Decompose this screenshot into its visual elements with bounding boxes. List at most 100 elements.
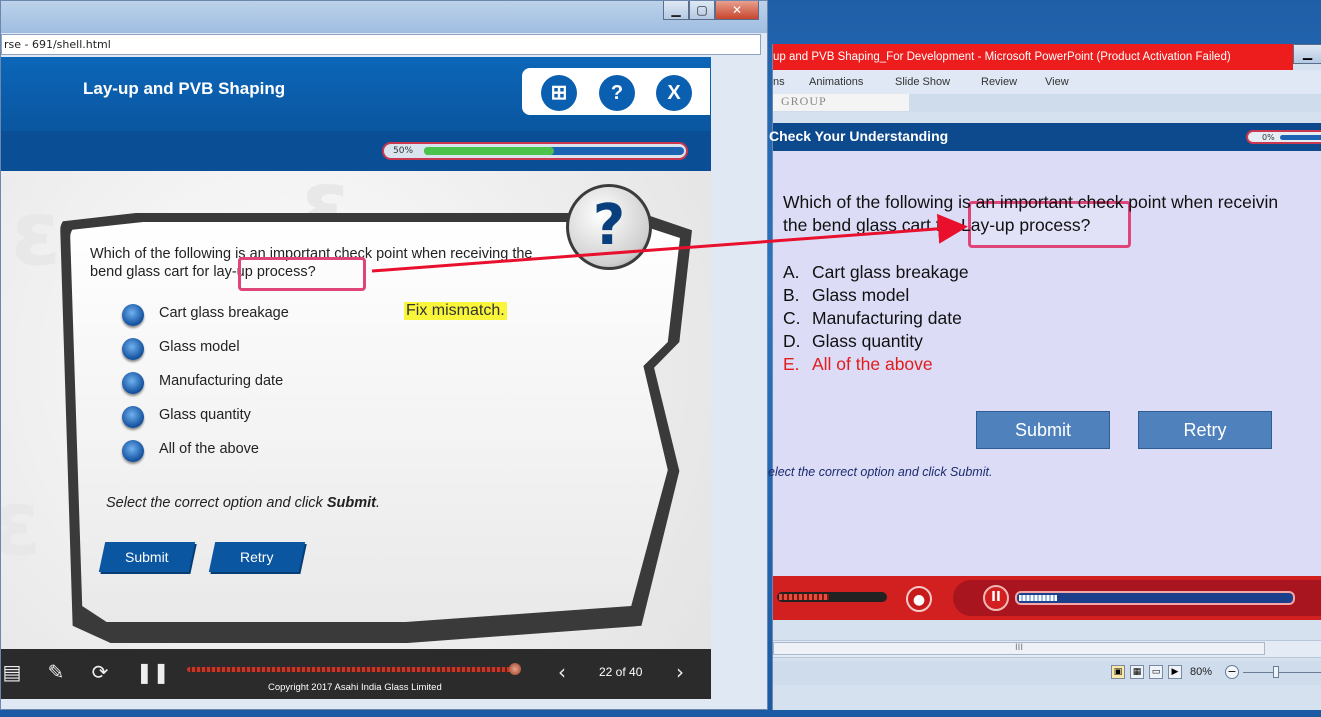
ppt-minimize-button[interactable]: ▁ (1293, 44, 1321, 64)
sitemap-icon[interactable]: ⊞ (541, 75, 577, 111)
option-label: Glass quantity (159, 407, 251, 423)
slide-option-correct: E. All of the above (783, 354, 933, 375)
annotation-note: Fix mismatch. (404, 302, 507, 320)
course-progress-bar: 50% (382, 142, 688, 160)
slide-question-line: Which of the following is an important c… (783, 192, 1279, 212)
option-text: Glass model (812, 285, 910, 305)
slide-retry-button[interactable]: Retry (1138, 411, 1272, 449)
retry-label: Retry (240, 549, 274, 565)
previous-icon[interactable]: ‹ (551, 661, 573, 683)
slide-option: D. Glass quantity (783, 331, 923, 352)
ribbon-tab[interactable]: View (1045, 76, 1069, 88)
annotation-highlight-box (238, 257, 366, 291)
radio-button[interactable] (122, 338, 144, 360)
ppt-status-bar: ▣ ▦ ▭ ▶ 80% − (773, 661, 1321, 685)
close-button[interactable]: ✕ (715, 1, 759, 20)
slide-progress-percent: 0% (1262, 133, 1275, 142)
course-title: Lay-up and PVB Shaping (83, 79, 286, 98)
maximize-button[interactable]: ▢ (689, 1, 715, 20)
ribbon-tab[interactable]: Animations (809, 76, 863, 88)
option-letter: D. (783, 331, 801, 351)
option-label: Glass model (159, 339, 240, 355)
reading-view-icon[interactable]: ▭ (1149, 665, 1163, 679)
zoom-level: 80% (1190, 666, 1213, 678)
option-label: Cart glass breakage (159, 305, 289, 321)
chat-bubble-icon[interactable]: ● (906, 586, 932, 612)
radio-button[interactable] (122, 406, 144, 428)
exit-button[interactable]: X (656, 75, 692, 111)
pause-icon[interactable]: ❚❚ (136, 661, 170, 683)
horizontal-scrollbar[interactable]: III (773, 640, 1321, 658)
zoom-slider-handle[interactable] (1273, 666, 1279, 678)
instruction-suffix: . (375, 495, 381, 511)
option-letter: E. (783, 354, 800, 374)
instruction-text: Select the correct option and click Subm… (106, 495, 380, 511)
option-text: Cart glass breakage (812, 262, 969, 282)
next-icon[interactable]: › (669, 661, 691, 683)
pencil-icon[interactable]: ✎ (45, 661, 67, 683)
slide-option: A. Cart glass breakage (783, 262, 969, 283)
slide-submit-button[interactable]: Submit (976, 411, 1110, 449)
powerpoint-window: up and PVB Shaping_For Development - Mic… (768, 44, 1321, 710)
progress-fill (424, 147, 554, 155)
ribbon-tab[interactable]: ns (773, 76, 785, 88)
ppt-titlebar[interactable]: up and PVB Shaping_For Development - Mic… (773, 44, 1293, 70)
slide-player-bar: ● II (773, 576, 1321, 620)
option-label: All of the above (159, 441, 259, 457)
seek-handle[interactable] (509, 663, 521, 675)
instruction-prefix: Select the correct option and click (106, 495, 327, 511)
slide-title: Check Your Understanding (769, 128, 949, 144)
decorative-glyph: ε (11, 181, 62, 286)
minimize-button[interactable]: ▁ (663, 1, 689, 20)
slide-seek-container: II (953, 580, 1321, 616)
slide-seek-fill (1019, 595, 1057, 601)
option-letter: B. (783, 285, 800, 305)
pause-icon[interactable]: II (983, 585, 1009, 611)
scrollbar-thumb[interactable]: III (773, 642, 1265, 655)
option-text: Glass quantity (812, 331, 923, 351)
zoom-out-button[interactable]: − (1225, 665, 1239, 679)
player-control-bar: ▤ ✎ ⟳ ❚❚ ‹ 22 of 40 › Copyright 2017 Asa… (1, 649, 711, 699)
retry-button[interactable]: Retry (208, 542, 306, 572)
volume-fill (779, 594, 829, 600)
ribbon-tab[interactable]: Slide Show (895, 76, 950, 88)
volume-bar[interactable] (777, 592, 887, 602)
seek-bar[interactable] (187, 667, 517, 672)
slide-question: Which of the following is an important c… (783, 191, 1321, 237)
ribbon-tab[interactable]: Review (981, 76, 1017, 88)
option-text: Manufacturing date (812, 308, 962, 328)
replay-icon[interactable]: ⟳ (89, 661, 111, 683)
notes-icon[interactable]: ▤ (1, 661, 23, 683)
ppt-ribbon-body: GROUP (773, 94, 1321, 112)
browser-titlebar[interactable]: ▁ ▢ ✕ (1, 1, 767, 33)
slide-option: B. Glass model (783, 285, 909, 306)
header-button-group: ⊞ ? X (522, 68, 710, 115)
slideshow-icon[interactable]: ▶ (1168, 665, 1182, 679)
page-counter: 22 of 40 (599, 665, 643, 679)
copyright-text: Copyright 2017 Asahi India Glass Limited (268, 682, 442, 693)
slide-progress-bar: 0% (1246, 130, 1321, 144)
submit-label: Submit (125, 549, 169, 565)
normal-view-icon[interactable]: ▣ (1111, 665, 1125, 679)
submit-button[interactable]: Submit (98, 542, 196, 572)
option-text: All of the above (812, 354, 933, 374)
radio-button[interactable] (122, 372, 144, 394)
slide-option: C. Manufacturing date (783, 308, 962, 329)
ppt-ribbon-tabs: ns Animations Slide Show Review View (773, 70, 1321, 94)
slide-seek-bar[interactable] (1015, 591, 1295, 605)
progress-percent: 50% (393, 146, 414, 156)
option-letter: A. (783, 262, 800, 282)
slide-progress-track (1280, 135, 1321, 140)
option-label: Manufacturing date (159, 373, 284, 389)
slide-instruction: elect the correct option and click Submi… (768, 465, 993, 479)
radio-button[interactable] (122, 440, 144, 462)
zoom-slider-track[interactable] (1243, 672, 1321, 673)
help-icon[interactable]: ? (599, 75, 635, 111)
slide-sorter-icon[interactable]: ▦ (1130, 665, 1144, 679)
address-bar[interactable]: rse - 691/shell.html (1, 34, 761, 55)
radio-button[interactable] (122, 304, 144, 326)
slide-body: Which of the following is an important c… (768, 151, 1321, 576)
progress-strip: 50% (1, 131, 711, 171)
progress-track (424, 147, 684, 155)
ribbon-group-label: GROUP (773, 94, 909, 111)
